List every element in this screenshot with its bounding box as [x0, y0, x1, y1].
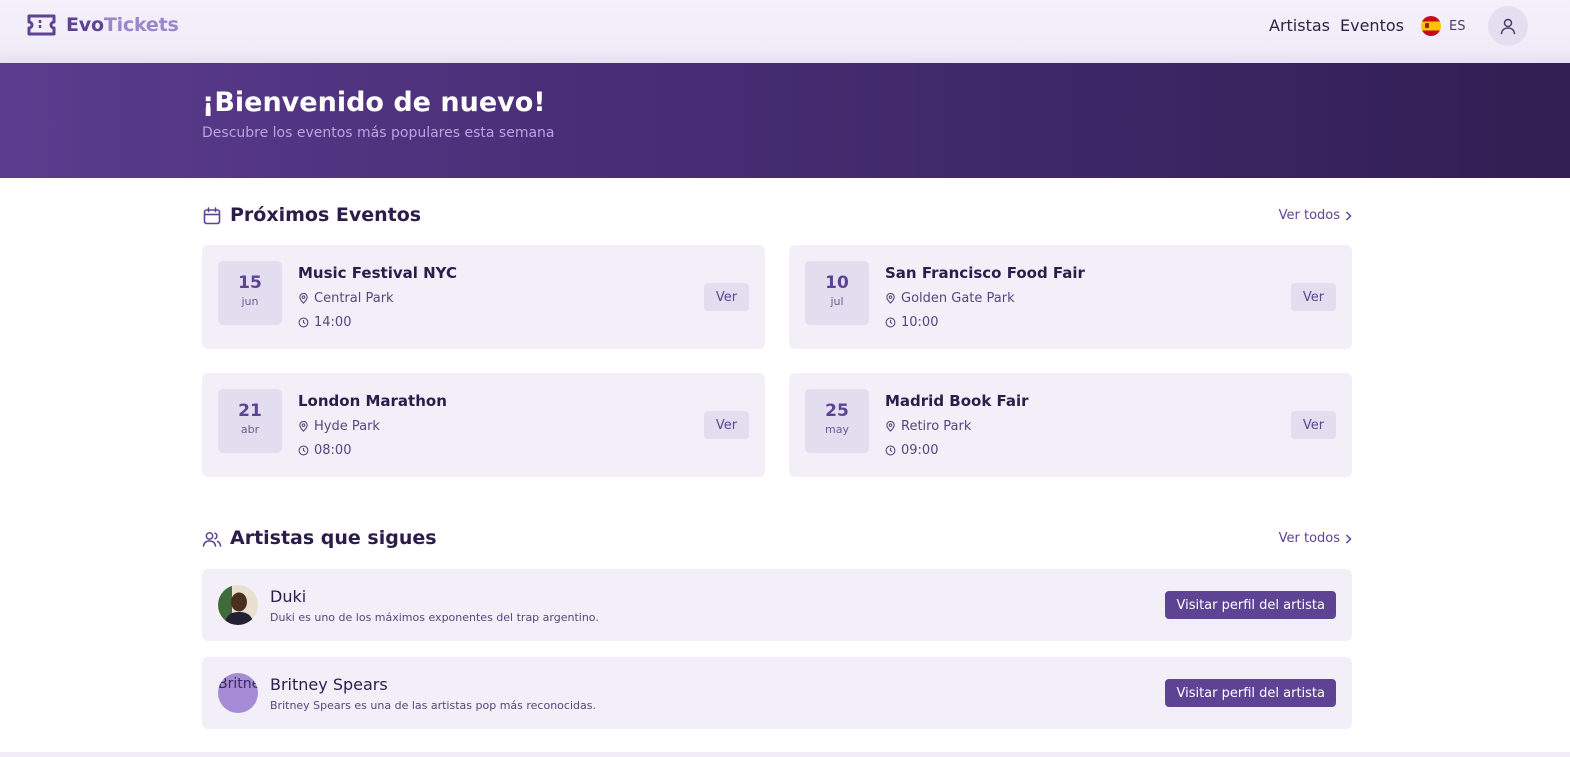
- clock-icon: [885, 317, 896, 328]
- event-name: Madrid Book Fair: [885, 392, 1029, 410]
- artist-avatar: [218, 585, 258, 625]
- artist-avatar: Britney Spears: [218, 673, 258, 713]
- artists-see-all-link[interactable]: Ver todos: [1279, 531, 1352, 546]
- user-profile-button[interactable]: [1488, 6, 1528, 46]
- visit-artist-profile-button[interactable]: Visitar perfil del artista: [1165, 679, 1336, 707]
- chevron-right-icon: [1345, 533, 1352, 544]
- map-pin-icon: [299, 421, 308, 432]
- event-card[interactable]: 21 abr London Marathon Hyde Park 08:00 V…: [202, 373, 765, 477]
- see-all-label: Ver todos: [1278, 208, 1340, 223]
- brand-name-part1: Evo: [66, 14, 104, 36]
- user-icon: [1500, 18, 1516, 35]
- event-month: may: [825, 423, 849, 436]
- chevron-right-icon: [1345, 210, 1352, 221]
- event-time: 08:00: [314, 443, 352, 458]
- clock-icon: [885, 445, 896, 456]
- event-time-row: 14:00: [298, 315, 351, 330]
- event-card[interactable]: 25 may Madrid Book Fair Retiro Park 09:0…: [789, 373, 1352, 477]
- map-pin-icon: [299, 293, 308, 304]
- welcome-title: ¡Bienvenido de nuevo!: [202, 87, 546, 118]
- event-date: 25 may: [805, 389, 869, 453]
- map-pin-icon: [886, 293, 895, 304]
- event-card[interactable]: 10 jul San Francisco Food Fair Golden Ga…: [789, 245, 1352, 349]
- view-event-button[interactable]: Ver: [1291, 283, 1336, 311]
- event-card[interactable]: 15 jun Music Festival NYC Central Park 1…: [202, 245, 765, 349]
- event-name: Music Festival NYC: [298, 264, 457, 282]
- artist-photo: [218, 585, 258, 625]
- avatar-fallback-text: Britney Spears: [218, 676, 258, 692]
- event-location: Retiro Park: [885, 419, 971, 434]
- see-all-label: Ver todos: [1278, 531, 1340, 546]
- event-month: jul: [830, 295, 844, 308]
- event-day: 25: [825, 401, 849, 421]
- event-time: 14:00: [314, 315, 352, 330]
- brand-name-part2: Tickets: [103, 14, 179, 36]
- event-day: 10: [825, 273, 849, 293]
- event-date: 15 jun: [218, 261, 282, 325]
- calendar-icon: [203, 207, 221, 225]
- event-date: 21 abr: [218, 389, 282, 453]
- event-time-row: 09:00: [885, 443, 938, 458]
- view-event-button[interactable]: Ver: [704, 411, 749, 439]
- followed-artists-title: Artistas que sigues: [230, 527, 437, 549]
- language-selector[interactable]: ES: [1421, 16, 1465, 36]
- artist-name: Britney Spears: [270, 675, 388, 694]
- artist-name: Duki: [270, 587, 307, 606]
- nav-link-artists[interactable]: Artistas: [1269, 16, 1330, 35]
- event-time: 09:00: [901, 443, 939, 458]
- view-event-button[interactable]: Ver: [1291, 411, 1336, 439]
- view-event-button[interactable]: Ver: [704, 283, 749, 311]
- ticket-icon: [27, 14, 56, 36]
- event-place: Hyde Park: [314, 419, 380, 434]
- event-name: San Francisco Food Fair: [885, 264, 1085, 282]
- event-month: jun: [241, 295, 259, 308]
- artist-description: Britney Spears es una de las artistas po…: [270, 699, 596, 712]
- event-month: abr: [240, 423, 260, 436]
- event-place: Central Park: [314, 291, 394, 306]
- event-place: Golden Gate Park: [901, 291, 1015, 306]
- language-code: ES: [1449, 18, 1466, 34]
- upcoming-see-all-link[interactable]: Ver todos: [1279, 208, 1352, 223]
- welcome-banner: ¡Bienvenido de nuevo! Descubre los event…: [0, 63, 1570, 178]
- welcome-subtitle: Descubre los eventos más populares esta …: [202, 125, 555, 141]
- event-time-row: 08:00: [298, 443, 351, 458]
- users-icon: [202, 532, 222, 547]
- upcoming-events-header: Próximos Eventos Ver todos: [202, 203, 1352, 229]
- nav-link-events[interactable]: Eventos: [1340, 16, 1404, 35]
- event-place: Retiro Park: [901, 419, 972, 434]
- map-pin-icon: [886, 421, 895, 432]
- upcoming-events-title: Próximos Eventos: [230, 204, 422, 226]
- spain-flag-icon: [1421, 16, 1441, 36]
- artist-description: Duki es uno de los máximos exponentes de…: [270, 611, 599, 624]
- event-date: 10 jul: [805, 261, 869, 325]
- artist-card: Duki Duki es uno de los máximos exponent…: [202, 569, 1352, 641]
- event-time: 10:00: [901, 315, 939, 330]
- event-name: London Marathon: [298, 392, 447, 410]
- clock-icon: [298, 445, 309, 456]
- top-navbar: EvoTickets Artistas Eventos ES: [0, 0, 1570, 63]
- followed-artists-header: Artistas que sigues Ver todos: [202, 526, 1352, 552]
- page-bottom-edge: [0, 752, 1570, 757]
- event-location: Central Park: [298, 291, 394, 306]
- event-location: Hyde Park: [298, 419, 380, 434]
- artist-card: Britney Spears Britney Spears Britney Sp…: [202, 657, 1352, 729]
- event-time-row: 10:00: [885, 315, 938, 330]
- brand-name: EvoTickets: [66, 14, 179, 36]
- event-day: 21: [238, 401, 262, 421]
- clock-icon: [298, 317, 309, 328]
- event-day: 15: [238, 273, 262, 293]
- brand-logo[interactable]: EvoTickets: [26, 12, 179, 38]
- visit-artist-profile-button[interactable]: Visitar perfil del artista: [1165, 591, 1336, 619]
- event-location: Golden Gate Park: [885, 291, 1015, 306]
